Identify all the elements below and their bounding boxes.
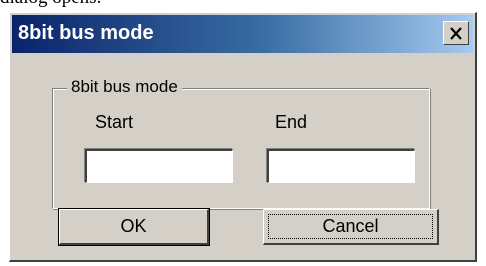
ok-button[interactable]: OK [58,208,210,246]
bus-mode-dialog: 8bit bus mode 8bit bus mode Start End OK… [9,12,477,262]
close-button[interactable] [443,21,469,45]
start-input[interactable] [85,149,233,183]
cancel-button[interactable]: Cancel [263,209,439,245]
groupbox-label: 8bit bus mode [67,76,182,98]
bus-mode-groupbox: 8bit bus mode Start End [52,76,430,209]
background-document-text: dialog opens. [0,0,486,9]
end-input[interactable] [267,149,415,183]
dialog-title: 8bit bus mode [18,22,154,44]
end-label: End [275,112,308,132]
close-icon [450,26,462,40]
title-bar[interactable]: 8bit bus mode [12,15,473,53]
start-label: Start [95,112,134,132]
